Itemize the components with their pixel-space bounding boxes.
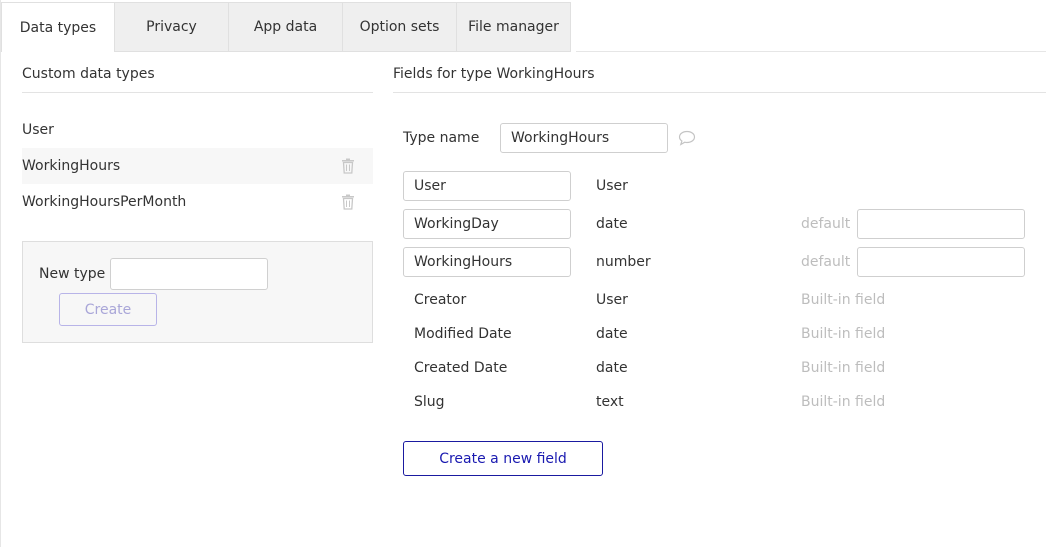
tab-label: Privacy: [146, 19, 197, 35]
built-in-label: Built-in field: [801, 292, 886, 308]
type-item-label: WorkingHours: [22, 158, 121, 174]
trash-icon[interactable]: [341, 194, 355, 210]
tab-bar: Data types Privacy App data Option sets …: [1, 2, 571, 52]
default-value-input-workingday[interactable]: [857, 209, 1025, 239]
trash-icon[interactable]: [341, 158, 355, 174]
field-type-creator: User: [596, 292, 628, 308]
tab-app-data[interactable]: App data: [229, 2, 343, 52]
field-type-workingday: date: [596, 216, 628, 232]
new-type-label: New type: [39, 266, 106, 282]
type-name-label: Type name: [403, 130, 480, 146]
new-type-input[interactable]: [110, 258, 268, 290]
field-name-created-date: Created Date: [414, 360, 508, 376]
tab-privacy[interactable]: Privacy: [115, 2, 229, 52]
field-name-slug: Slug: [414, 394, 445, 410]
field-name-input-workingday[interactable]: [403, 209, 571, 239]
custom-types-title: Custom data types: [22, 66, 155, 82]
tab-data-types[interactable]: Data types: [1, 2, 115, 52]
field-type-created-date: date: [596, 360, 628, 376]
tab-label: Data types: [19, 19, 97, 36]
speech-bubble-icon[interactable]: [678, 130, 696, 146]
built-in-label: Built-in field: [801, 360, 886, 376]
field-type-user: User: [596, 178, 628, 194]
field-name-modified-date: Modified Date: [414, 326, 512, 342]
new-type-panel: New type Create: [22, 241, 373, 343]
tab-label: App data: [253, 19, 318, 35]
tab-bar-divider: [576, 51, 1046, 52]
field-type-slug: text: [596, 394, 624, 410]
field-name-input-user[interactable]: [403, 171, 571, 201]
type-item-user[interactable]: User: [22, 112, 373, 148]
tab-label: File manager: [468, 19, 559, 35]
built-in-label: Built-in field: [801, 394, 886, 410]
built-in-label: Built-in field: [801, 326, 886, 342]
type-name-input[interactable]: [500, 123, 668, 153]
create-type-button[interactable]: Create: [59, 293, 157, 326]
tab-label: Option sets: [359, 19, 440, 35]
default-label: default: [801, 254, 851, 270]
type-item-label: User: [22, 122, 54, 138]
default-label: default: [801, 216, 851, 232]
type-item-workinghours[interactable]: WorkingHours: [22, 148, 373, 184]
default-value-input-workinghours[interactable]: [857, 247, 1025, 277]
window-left-border: [0, 0, 1, 547]
type-item-label: WorkingHoursPerMonth: [22, 194, 187, 210]
type-item-workinghourspermonth[interactable]: WorkingHoursPerMonth: [22, 184, 373, 220]
left-divider: [22, 92, 373, 93]
field-type-modified-date: date: [596, 326, 628, 342]
field-name-input-workinghours[interactable]: [403, 247, 571, 277]
tab-file-manager[interactable]: File manager: [457, 2, 571, 52]
tab-option-sets[interactable]: Option sets: [343, 2, 457, 52]
field-name-creator: Creator: [414, 292, 467, 308]
create-new-field-button[interactable]: Create a new field: [403, 441, 603, 476]
field-type-workinghours: number: [596, 254, 651, 270]
fields-title: Fields for type WorkingHours: [393, 66, 595, 82]
right-divider: [393, 92, 1046, 93]
